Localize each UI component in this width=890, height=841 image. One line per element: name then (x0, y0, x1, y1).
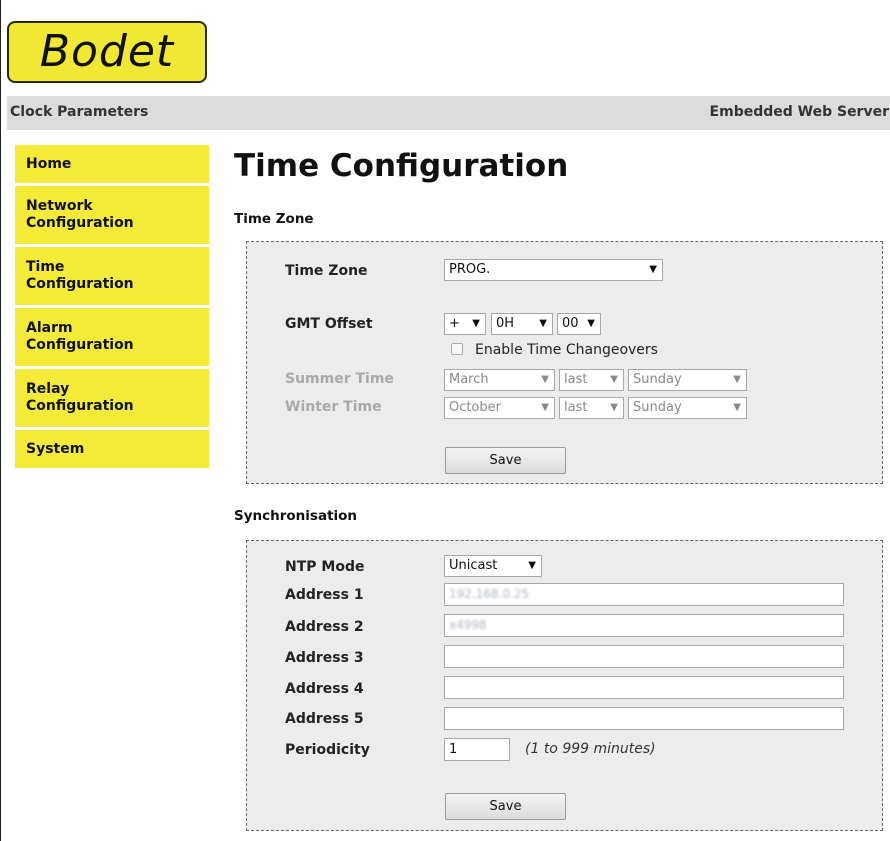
winter-month-value: October (449, 400, 502, 415)
winter-week-select[interactable]: last ▼ (559, 397, 624, 419)
gmt-offset-label: GMT Offset (285, 316, 373, 332)
nav-item-label: Home (26, 155, 72, 172)
winter-day-value: Sunday (633, 400, 682, 415)
address-1-value: 192.168.0.25 (449, 587, 530, 601)
chevron-down-icon: ▼ (587, 318, 595, 329)
winter-day-select[interactable]: Sunday ▼ (628, 397, 747, 419)
summer-day-select[interactable]: Sunday ▼ (628, 369, 747, 391)
gmt-minutes-select[interactable]: 00 ▼ (557, 313, 601, 335)
periodicity-hint: (1 to 999 minutes) (525, 741, 656, 757)
nav-item-label-line1: Time (26, 259, 65, 275)
nav-item-alarm-configuration[interactable]: Alarm Configuration (15, 308, 209, 366)
nav-item-system[interactable]: System (15, 430, 209, 468)
summer-month-select[interactable]: March ▼ (444, 369, 555, 391)
nav-item-relay-configuration[interactable]: Relay Configuration (15, 369, 209, 427)
address-4-label: Address 4 (285, 681, 364, 697)
time-zone-label: Time Zone (285, 263, 368, 279)
enable-changeovers-label: Enable Time Changeovers (475, 342, 658, 358)
summer-day-value: Sunday (633, 372, 682, 387)
summer-month-value: March (449, 372, 489, 387)
header-subtitle: Embedded Web Server (709, 104, 889, 120)
winter-month-select[interactable]: October ▼ (444, 397, 555, 419)
page-title: Time Configuration (234, 148, 569, 184)
nav-item-label: Time Configuration (26, 259, 134, 293)
address-3-label: Address 3 (285, 650, 364, 666)
address-1-input[interactable]: 192.168.0.25 (444, 583, 844, 606)
chevron-down-icon: ▼ (733, 374, 741, 385)
chevron-down-icon: ▼ (528, 560, 536, 571)
summer-time-label: Summer Time (285, 371, 394, 387)
nav-item-label: System (26, 440, 85, 457)
synchronisation-save-button[interactable]: Save (445, 793, 566, 820)
chevron-down-icon: ▼ (610, 374, 618, 385)
nav-item-network-configuration[interactable]: Network Configuration (15, 186, 209, 244)
time-zone-panel: Time Zone PROG. ▼ GMT Offset + ▼ 0H ▼ 00… (246, 241, 883, 484)
synchronisation-panel: NTP Mode Unicast ▼ Address 1 192.168.0.2… (246, 540, 883, 831)
bodet-logo: Bodet (7, 21, 207, 83)
address-2-label: Address 2 (285, 619, 364, 635)
address-5-label: Address 5 (285, 711, 364, 727)
nav-item-home[interactable]: Home (15, 145, 209, 183)
nav-item-label-line1: Alarm (26, 320, 73, 336)
nav-item-label-line2: Configuration (26, 215, 134, 231)
gmt-hours-select[interactable]: 0H ▼ (491, 313, 553, 335)
nav-item-label-line1: Relay (26, 381, 70, 397)
summer-week-select[interactable]: last ▼ (559, 369, 624, 391)
sidebar-nav: Home Network Configuration Time Configur… (15, 145, 209, 471)
nav-item-label-line2: Configuration (26, 337, 134, 353)
chevron-down-icon: ▼ (472, 318, 480, 329)
address-3-input[interactable] (444, 645, 844, 668)
ntp-mode-value: Unicast (449, 558, 498, 573)
address-4-input[interactable] (444, 676, 844, 699)
chevron-down-icon: ▼ (541, 374, 549, 385)
nav-item-label-line2: Configuration (26, 276, 134, 292)
section-title-synchronisation: Synchronisation (234, 508, 358, 524)
chevron-down-icon: ▼ (610, 402, 618, 413)
nav-item-label: Alarm Configuration (26, 320, 134, 354)
nav-item-label: Network Configuration (26, 198, 134, 232)
gmt-sign-value: + (449, 316, 460, 331)
gmt-minutes-value: 00 (562, 316, 579, 331)
section-title-time-zone: Time Zone (234, 211, 314, 227)
time-zone-value: PROG. (449, 262, 491, 277)
ntp-mode-select[interactable]: Unicast ▼ (444, 555, 542, 577)
periodicity-label: Periodicity (285, 742, 370, 758)
window-left-border (0, 0, 1, 841)
nav-item-label: Relay Configuration (26, 381, 134, 415)
header-title: Clock Parameters (10, 104, 149, 120)
time-zone-save-button[interactable]: Save (445, 447, 566, 474)
chevron-down-icon: ▼ (539, 318, 547, 329)
nav-item-time-configuration[interactable]: Time Configuration (15, 247, 209, 305)
address-1-label: Address 1 (285, 587, 364, 603)
winter-time-label: Winter Time (285, 399, 382, 415)
chevron-down-icon: ▼ (733, 402, 741, 413)
chevron-down-icon: ▼ (649, 264, 657, 275)
periodicity-input[interactable]: 1 (444, 738, 510, 761)
nav-item-label-line2: Configuration (26, 398, 134, 414)
gmt-hours-value: 0H (496, 316, 515, 331)
header-bar: Clock Parameters Embedded Web Server (7, 96, 890, 130)
enable-changeovers-checkbox[interactable] (451, 343, 463, 355)
summer-week-value: last (564, 372, 588, 387)
periodicity-value: 1 (449, 742, 458, 757)
gmt-sign-select[interactable]: + ▼ (444, 313, 486, 335)
address-2-value: x4998 (449, 618, 487, 632)
address-5-input[interactable] (444, 707, 844, 730)
time-zone-select[interactable]: PROG. ▼ (444, 259, 663, 281)
chevron-down-icon: ▼ (541, 402, 549, 413)
ntp-mode-label: NTP Mode (285, 559, 365, 575)
winter-week-value: last (564, 400, 588, 415)
address-2-input[interactable]: x4998 (444, 614, 844, 637)
nav-item-label-line1: Network (26, 198, 93, 214)
